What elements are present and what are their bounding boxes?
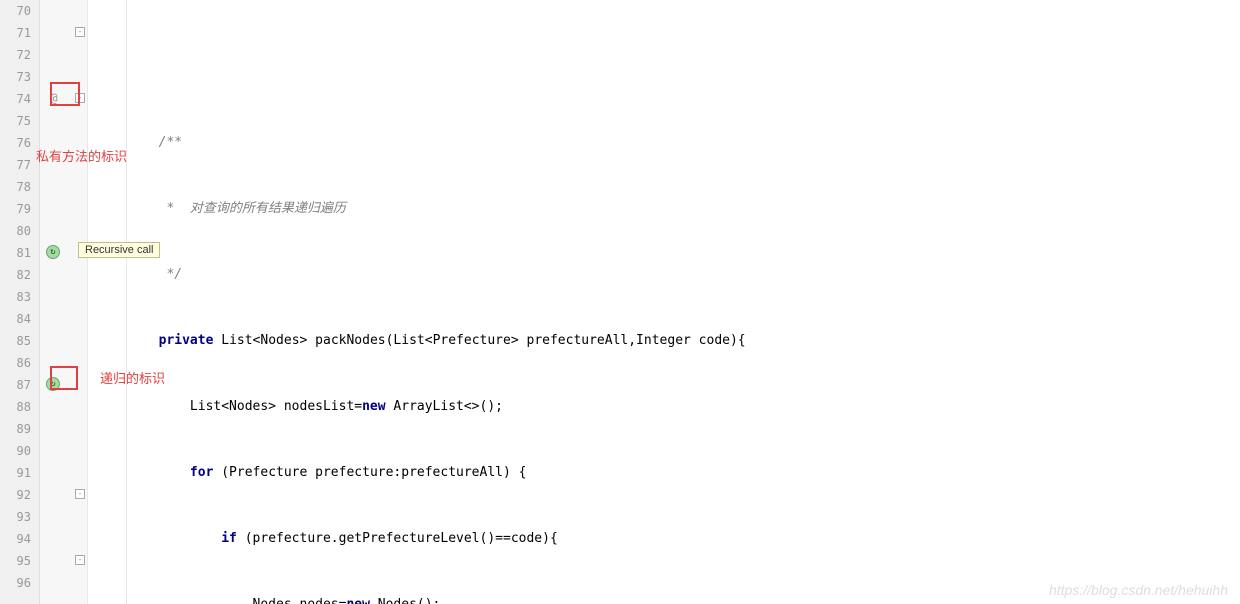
recursive-call-icon[interactable]: ↻ (46, 245, 60, 259)
line-number: 78 (0, 176, 31, 198)
line-number: 81 (0, 242, 31, 264)
line-number: 87 (0, 374, 31, 396)
line-number: 85 (0, 330, 31, 352)
code-area[interactable]: /** * 对查询的所有结果递归遍历 */ private List<Nodes… (88, 0, 1240, 604)
line-number: 74 (0, 88, 31, 110)
line-number: 86 (0, 352, 31, 374)
line-number: 89 (0, 418, 31, 440)
line-number: 75 (0, 110, 31, 132)
line-number: 88 (0, 396, 31, 418)
line-number: 83 (0, 286, 31, 308)
fold-toggle-icon[interactable]: - (75, 93, 85, 103)
line-number: 79 (0, 198, 31, 220)
line-number: 90 (0, 440, 31, 462)
line-number: 73 (0, 66, 31, 88)
line-number: 77 (0, 154, 31, 176)
fold-toggle-icon[interactable]: - (75, 489, 85, 499)
comment: /** (96, 132, 1240, 154)
fold-toggle-icon[interactable]: - (75, 555, 85, 565)
line-number: 76 (0, 132, 31, 154)
line-number: 84 (0, 308, 31, 330)
line-number: 82 (0, 264, 31, 286)
gutter-icon-area: @ ↻ ↻ - - - - (40, 0, 88, 604)
line-number: 91 (0, 462, 31, 484)
indent-guide (126, 0, 127, 604)
line-number: 72 (0, 44, 31, 66)
line-number: 96 (0, 572, 31, 594)
code-line: for (Prefecture prefecture:prefectureAll… (96, 462, 1240, 484)
comment: */ (96, 264, 1240, 286)
watermark: https://blog.csdn.net/hehuihh (1049, 582, 1228, 598)
line-number-gutter: 70 71 72 73 74 75 76 77 78 79 80 81 82 8… (0, 0, 40, 604)
comment: * 对查询的所有结果递归遍历 (96, 198, 1240, 220)
override-method-icon[interactable]: @ (46, 91, 62, 107)
line-number: 95 (0, 550, 31, 572)
code-line: List<Nodes> nodesList=new ArrayList<>(); (96, 396, 1240, 418)
line-number: 94 (0, 528, 31, 550)
line-number: 93 (0, 506, 31, 528)
code-editor: 70 71 72 73 74 75 76 77 78 79 80 81 82 8… (0, 0, 1240, 604)
line-number: 92 (0, 484, 31, 506)
code-line: private List<Nodes> packNodes(List<Prefe… (96, 330, 1240, 352)
line-number: 80 (0, 220, 31, 242)
line-number: 70 (0, 0, 31, 22)
line-number: 71 (0, 22, 31, 44)
recursive-call-icon[interactable]: ↻ (46, 377, 60, 391)
recursive-tooltip: Recursive call (78, 242, 160, 258)
code-line: if (prefecture.getPrefectureLevel()==cod… (96, 528, 1240, 550)
fold-toggle-icon[interactable]: - (75, 27, 85, 37)
